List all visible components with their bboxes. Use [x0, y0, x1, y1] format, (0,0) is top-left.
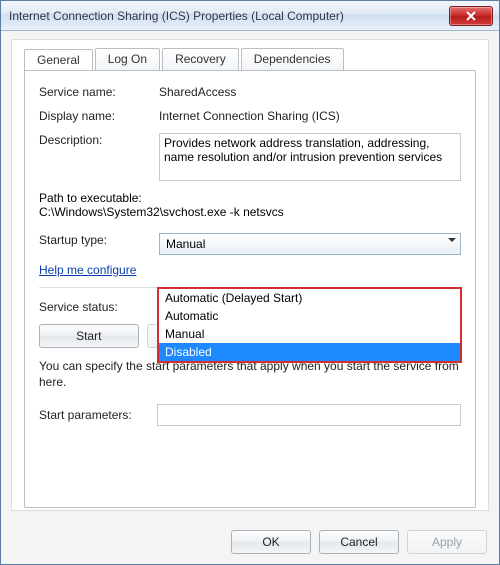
label-description: Description: — [39, 133, 159, 147]
client-area: General Log On Recovery Dependencies Ser… — [1, 31, 499, 564]
tab-dependencies[interactable]: Dependencies — [241, 48, 344, 71]
ok-button[interactable]: OK — [231, 530, 311, 554]
tab-logon[interactable]: Log On — [95, 48, 160, 71]
dialog-buttons: OK Cancel Apply — [231, 530, 487, 554]
label-service-status: Service status: — [39, 300, 159, 314]
option-disabled[interactable]: Disabled — [159, 343, 460, 361]
tab-general[interactable]: General — [24, 49, 93, 72]
value-service-name: SharedAccess — [159, 85, 461, 99]
properties-dialog: Internet Connection Sharing (ICS) Proper… — [0, 0, 500, 565]
apply-button: Apply — [407, 530, 487, 554]
help-configure-link[interactable]: Help me configure — [39, 263, 136, 277]
value-display-name: Internet Connection Sharing (ICS) — [159, 109, 461, 123]
label-display-name: Display name: — [39, 109, 159, 123]
tab-recovery[interactable]: Recovery — [162, 48, 239, 71]
value-path: C:\Windows\System32\svchost.exe -k netsv… — [39, 205, 461, 219]
tab-body-general: Service name: SharedAccess Display name:… — [24, 70, 476, 508]
close-button[interactable] — [449, 6, 493, 26]
startup-type-select[interactable]: Manual — [159, 233, 461, 255]
startup-type-dropdown[interactable]: Automatic (Delayed Start) Automatic Manu… — [157, 287, 462, 363]
option-automatic[interactable]: Automatic — [159, 307, 460, 325]
start-button[interactable]: Start — [39, 324, 139, 348]
panel: General Log On Recovery Dependencies Ser… — [11, 39, 489, 511]
start-params-input[interactable] — [157, 404, 461, 426]
label-start-params: Start parameters: — [39, 408, 149, 422]
tab-strip: General Log On Recovery Dependencies — [24, 48, 476, 71]
option-automatic-delayed[interactable]: Automatic (Delayed Start) — [159, 289, 460, 307]
option-manual[interactable]: Manual — [159, 325, 460, 343]
startup-type-value: Manual — [166, 237, 205, 251]
window-title: Internet Connection Sharing (ICS) Proper… — [9, 9, 449, 23]
cancel-button[interactable]: Cancel — [319, 530, 399, 554]
description-textarea[interactable] — [159, 133, 461, 181]
titlebar[interactable]: Internet Connection Sharing (ICS) Proper… — [1, 1, 499, 31]
chevron-down-icon — [448, 238, 456, 246]
close-icon — [466, 11, 476, 21]
label-startup-type: Startup type: — [39, 233, 159, 247]
label-path: Path to executable: — [39, 191, 461, 205]
label-service-name: Service name: — [39, 85, 159, 99]
